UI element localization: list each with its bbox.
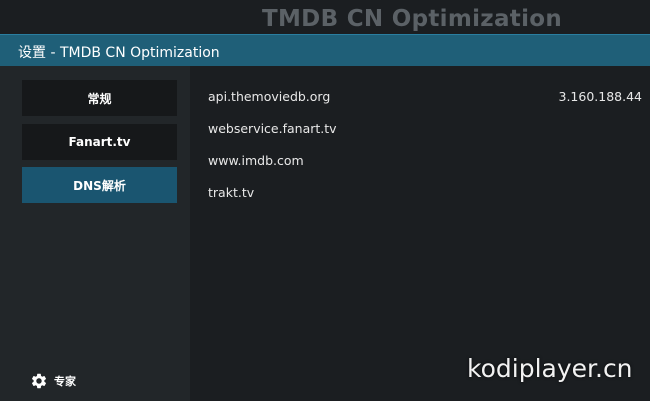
category-label: DNS解析	[73, 178, 126, 193]
expert-label: 专家	[54, 375, 76, 388]
page-title: 设置 - TMDB CN Optimization	[18, 45, 220, 61]
header-bar: 设置 - TMDB CN Optimization	[0, 34, 650, 66]
setting-label: webservice.fanart.tv	[208, 120, 337, 136]
category-label: Fanart.tv	[68, 135, 131, 149]
setting-label: api.themoviedb.org	[208, 88, 331, 104]
setting-label: www.imdb.com	[208, 152, 304, 168]
gear-icon	[31, 373, 47, 389]
category-dns-button[interactable]: DNS解析	[22, 167, 177, 203]
setting-row-imdb[interactable]: www.imdb.com	[208, 148, 642, 172]
setting-label: trakt.tv	[208, 184, 255, 200]
category-general-button[interactable]: 常规	[22, 80, 177, 116]
settings-list: api.themoviedb.org 3.160.188.44 webservi…	[190, 66, 650, 401]
background-addon-title: TMDB CN Optimization	[262, 6, 563, 32]
setting-value: 3.160.188.44	[558, 88, 643, 104]
expert-level-button[interactable]: 专家	[30, 372, 76, 390]
category-label: 常规	[87, 91, 112, 106]
sidebar: 常规 Fanart.tv DNS解析	[0, 66, 190, 401]
watermark: kodiplayer.cn	[467, 354, 633, 383]
setting-row-fanart[interactable]: webservice.fanart.tv	[208, 116, 642, 140]
setting-row-trakt[interactable]: trakt.tv	[208, 180, 642, 204]
category-fanart-button[interactable]: Fanart.tv	[22, 124, 177, 160]
setting-row-tmdb-api[interactable]: api.themoviedb.org 3.160.188.44	[208, 84, 642, 108]
